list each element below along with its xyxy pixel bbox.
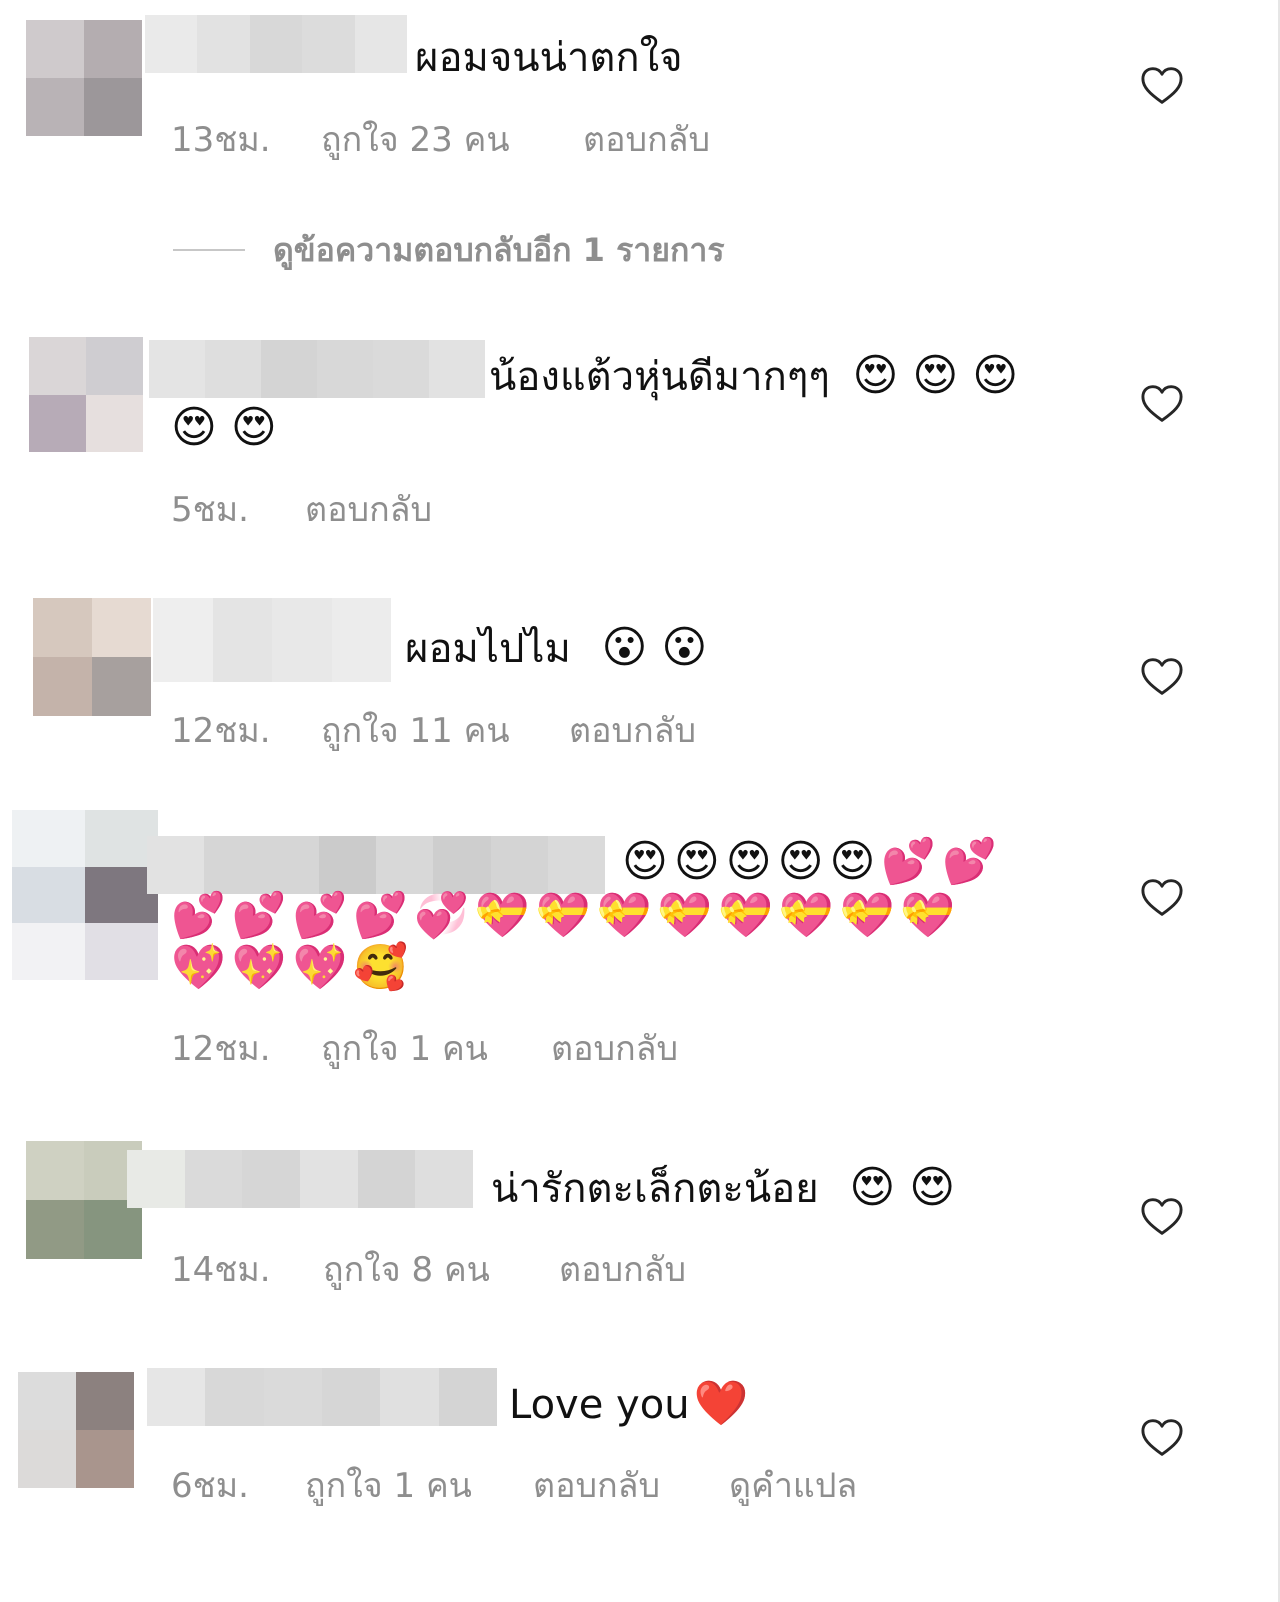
username-blurred[interactable] [145, 15, 407, 73]
comment-text-continued: 💖💖💖🥰 [171, 942, 414, 995]
likes-count-link[interactable]: ถูกใจ 8 คน [323, 1242, 559, 1296]
emoji-group: 😍 😍 [171, 402, 277, 453]
comment-meta: 12ชม. ถูกใจ 11 คน ตอบกลับ [171, 703, 696, 757]
comment-time: 5ชม. [171, 490, 249, 530]
translate-button[interactable]: ดูคำแปล [729, 1458, 857, 1512]
avatar[interactable] [26, 20, 142, 136]
likes-count-link[interactable]: ถูกใจ 11 คน [321, 703, 569, 757]
comment-time: 12ชม. [171, 711, 271, 751]
comment-text-continued: 😍 😍 [171, 402, 277, 455]
username-blurred[interactable] [147, 1368, 497, 1426]
like-button[interactable] [1140, 384, 1184, 424]
heart-outline-icon [1141, 385, 1183, 422]
reply-button[interactable]: ตอบกลับ [583, 112, 710, 166]
reply-button[interactable]: ตอบกลับ [551, 1021, 678, 1075]
view-replies-button[interactable]: ดูข้อความตอบกลับอีก 1 รายการ [173, 228, 725, 272]
likes-count-link[interactable]: ถูกใจ 1 คน [321, 1021, 551, 1075]
reply-button[interactable]: ตอบกลับ [569, 703, 696, 757]
emoji-group: 😮 😮 [601, 622, 708, 673]
comment-meta: 13ชม. ถูกใจ 23 คน ตอบกลับ [171, 112, 710, 166]
heart-outline-icon [1141, 658, 1183, 695]
comment-text: ผอมจนน่าตกใจ [415, 35, 683, 81]
comment-meta: 5ชม. ตอบกลับ [171, 482, 432, 536]
comment-text: Love you❤️ [509, 1378, 749, 1429]
emoji-group: 💖💖💖🥰 [171, 942, 415, 993]
comment-time: 12ชม. [171, 1029, 271, 1069]
heart-outline-icon [1141, 879, 1183, 916]
emoji-group: ❤️ [693, 1378, 749, 1429]
comment-text: น้องแต้วหุ่นดีมากๆๆ 😍 😍 😍 [489, 350, 1019, 401]
username-blurred[interactable] [149, 340, 485, 398]
like-button[interactable] [1140, 878, 1184, 918]
avatar[interactable] [18, 1372, 134, 1488]
like-button[interactable] [1140, 1418, 1184, 1458]
divider-line [173, 249, 245, 251]
username-blurred[interactable] [147, 836, 605, 894]
emoji-group: 😍😍😍😍😍💕💕 [622, 836, 1003, 887]
username-blurred[interactable] [153, 598, 391, 682]
avatar[interactable] [33, 598, 151, 716]
emoji-group: 💕💕💕💕💞💝💝💝💝💝💝💝💝 [171, 890, 962, 941]
like-button[interactable] [1140, 1197, 1184, 1237]
heart-outline-icon [1141, 67, 1183, 104]
avatar[interactable] [29, 337, 143, 452]
comment-meta: 12ชม. ถูกใจ 1 คน ตอบกลับ [171, 1021, 678, 1075]
reply-button[interactable]: ตอบกลับ [533, 1458, 729, 1512]
heart-outline-icon [1141, 1419, 1183, 1456]
emoji-group: 😍 😍 [849, 1162, 956, 1213]
view-replies-label: ดูข้อความตอบกลับอีก 1 รายการ [273, 230, 725, 269]
comment-time: 13ชม. [171, 120, 271, 160]
avatar[interactable] [26, 1141, 142, 1259]
comment-text: ผอมไปไม 😮 😮 [405, 622, 708, 673]
emoji-group: 😍 😍 😍 [852, 350, 1019, 401]
like-button[interactable] [1140, 66, 1184, 106]
comment-text: 😍😍😍😍😍💕💕 [622, 836, 1003, 889]
reply-button[interactable]: ตอบกลับ [305, 482, 432, 536]
comment-meta: 6ชม. ถูกใจ 1 คน ตอบกลับ ดูคำแปล [171, 1458, 857, 1512]
likes-count-link[interactable]: ถูกใจ 1 คน [305, 1458, 533, 1512]
heart-outline-icon [1141, 1198, 1183, 1235]
comment-text-continued: 💕💕💕💕💞💝💝💝💝💝💝💝💝 [171, 890, 961, 943]
like-button[interactable] [1140, 657, 1184, 697]
comment-time: 14ชม. [171, 1250, 271, 1290]
username-blurred[interactable] [127, 1150, 473, 1208]
reply-button[interactable]: ตอบกลับ [559, 1242, 686, 1296]
comment-text: น่ารักตะเล็กตะน้อย 😍 😍 [491, 1162, 956, 1213]
comment-time: 6ชม. [171, 1466, 249, 1506]
comment-meta: 14ชม. ถูกใจ 8 คน ตอบกลับ [171, 1242, 686, 1296]
likes-count-link[interactable]: ถูกใจ 23 คน [321, 112, 583, 166]
avatar[interactable] [12, 810, 158, 980]
